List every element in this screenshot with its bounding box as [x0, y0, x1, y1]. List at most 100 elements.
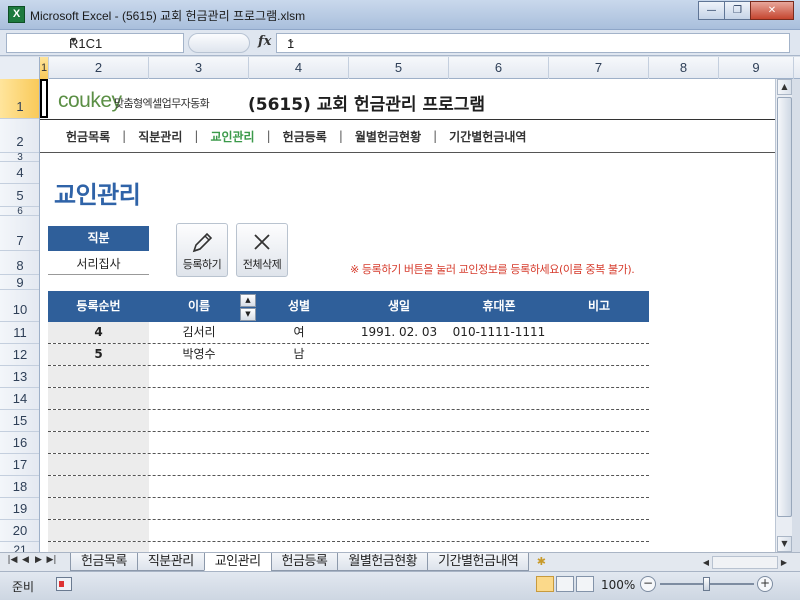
row-header-5[interactable]: 5 — [0, 184, 39, 207]
row-header-7[interactable]: 7 — [0, 216, 39, 251]
column-header-9[interactable]: 9 — [719, 57, 794, 79]
minimize-button[interactable]: — — [698, 1, 725, 20]
scroll-left-icon[interactable]: ◀ — [700, 558, 712, 567]
restore-button[interactable]: ❐ — [724, 1, 751, 20]
row-header-2[interactable]: 2 — [0, 119, 39, 153]
table-row[interactable] — [48, 366, 649, 388]
table-row[interactable]: 5 박영수 남 — [48, 344, 649, 366]
table-row[interactable] — [48, 498, 649, 520]
phone-cell[interactable] — [449, 344, 549, 365]
table-row[interactable]: 4 김서리 여 1991. 02. 03 010-1111-1111 — [48, 322, 649, 344]
row-header-20[interactable]: 20 — [0, 520, 39, 542]
insert-sheet-icon[interactable]: ✱ — [528, 553, 554, 571]
formula-input[interactable]: 1 ⌄ — [276, 33, 790, 53]
row-header-19[interactable]: 19 — [0, 498, 39, 520]
row-header-16[interactable]: 16 — [0, 432, 39, 454]
zoom-out-icon[interactable]: − — [640, 576, 656, 592]
name-cell[interactable]: 박영수 — [149, 344, 249, 365]
column-header-4[interactable]: 4 — [249, 57, 349, 79]
nav-offering-list[interactable]: 헌금목록 — [54, 128, 122, 145]
row-header-15[interactable]: 15 — [0, 410, 39, 432]
row-header-4[interactable]: 4 — [0, 162, 39, 184]
last-sheet-icon[interactable]: ▶| — [45, 555, 58, 565]
gender-cell[interactable]: 남 — [249, 344, 349, 365]
excel-app-icon[interactable]: X — [8, 6, 25, 23]
row-header-8[interactable]: 8 — [0, 251, 39, 275]
select-all-corner[interactable] — [0, 57, 40, 79]
column-header-1[interactable]: 1 — [40, 57, 49, 79]
worksheet-area[interactable]: coukey 맞춤형엑셀업무자동화 (5615) 교회 헌금관리 프로그램 헌금… — [40, 79, 775, 552]
vertical-scrollbar[interactable]: ▲ ▼ — [775, 79, 792, 552]
zoom-in-icon[interactable]: + — [757, 576, 773, 592]
table-row[interactable] — [48, 476, 649, 498]
row-header-3[interactable]: 3 — [0, 153, 39, 163]
nav-role-management[interactable]: 직분관리 — [126, 128, 194, 145]
tab-member-management[interactable]: 교인관리 — [203, 553, 272, 571]
role-select-cell[interactable]: 서리집사 — [48, 253, 149, 275]
expand-formula-icon[interactable]: ⌄ — [287, 35, 786, 46]
name-cell[interactable]: 김서리 — [149, 322, 249, 343]
table-row[interactable] — [48, 520, 649, 542]
table-row[interactable] — [48, 432, 649, 454]
row-header-11[interactable]: 11 — [0, 322, 39, 344]
table-row[interactable] — [48, 388, 649, 410]
note-cell[interactable] — [549, 344, 649, 365]
page-break-view-icon[interactable] — [576, 576, 594, 592]
phone-cell[interactable]: 010-1111-1111 — [449, 322, 549, 343]
column-header-5[interactable]: 5 — [349, 57, 449, 79]
gender-cell[interactable]: 여 — [249, 322, 349, 343]
page-layout-view-icon[interactable] — [556, 576, 574, 592]
row-header-10[interactable]: 10 — [0, 290, 39, 322]
first-sheet-icon[interactable]: |◀ — [6, 555, 19, 565]
nav-offering-register[interactable]: 헌금등록 — [271, 128, 339, 145]
zoom-level[interactable]: 100% — [601, 578, 635, 592]
table-row[interactable] — [48, 454, 649, 476]
nav-period-details[interactable]: 기간별헌금내역 — [437, 128, 538, 145]
table-row[interactable] — [48, 410, 649, 432]
row-header-17[interactable]: 17 — [0, 454, 39, 476]
reg-number-cell[interactable]: 4 — [48, 322, 149, 343]
row-header-18[interactable]: 18 — [0, 476, 39, 498]
scroll-up-icon[interactable]: ▲ — [777, 79, 792, 95]
row-header-6[interactable]: 6 — [0, 207, 39, 217]
prev-sheet-icon[interactable]: ◀ — [19, 555, 32, 565]
zoom-slider-thumb[interactable] — [703, 577, 710, 591]
delete-all-button[interactable]: 전체삭제 — [236, 223, 288, 277]
sort-down-icon[interactable]: ▼ — [240, 308, 256, 321]
sort-up-icon[interactable]: ▲ — [240, 294, 256, 307]
nav-monthly-status[interactable]: 월별헌금현황 — [343, 128, 433, 145]
nav-member-management[interactable]: 교인관리 — [198, 128, 266, 145]
formula-pill[interactable] — [188, 33, 250, 53]
chevron-down-icon[interactable]: ▼ — [69, 35, 179, 45]
column-header-7[interactable]: 7 — [549, 57, 649, 79]
tab-period-details[interactable]: 기간별헌금내역 — [427, 553, 530, 571]
tab-role-management[interactable]: 직분관리 — [136, 553, 205, 571]
record-macro-icon[interactable] — [56, 577, 72, 591]
birthday-cell[interactable]: 1991. 02. 03 — [349, 322, 449, 343]
tab-monthly-status[interactable]: 월별헌금현황 — [337, 553, 429, 571]
close-button[interactable]: ✕ — [750, 1, 794, 20]
row-header-9[interactable]: 9 — [0, 275, 39, 290]
reg-number-cell[interactable]: 5 — [48, 344, 149, 365]
column-header-2[interactable]: 2 — [49, 57, 149, 79]
row-header-12[interactable]: 12 — [0, 344, 39, 366]
row-header-21[interactable]: 21 — [0, 542, 39, 552]
scroll-down-icon[interactable]: ▼ — [777, 536, 792, 552]
horizontal-scrollbar[interactable]: ◀ ▶ — [700, 555, 790, 570]
row-header-13[interactable]: 13 — [0, 366, 39, 388]
horizontal-scroll-track[interactable] — [712, 556, 778, 569]
normal-view-icon[interactable] — [536, 576, 554, 592]
note-cell[interactable] — [549, 322, 649, 343]
birthday-cell[interactable] — [349, 344, 449, 365]
vertical-scroll-thumb[interactable] — [777, 97, 792, 517]
tab-offering-list[interactable]: 헌금목록 — [70, 553, 138, 571]
next-sheet-icon[interactable]: ▶ — [32, 555, 45, 565]
row-header-14[interactable]: 14 — [0, 388, 39, 410]
table-row[interactable] — [48, 542, 649, 552]
row-header-1[interactable]: 1 — [0, 79, 39, 119]
column-header-8[interactable]: 8 — [649, 57, 719, 79]
insert-function-button[interactable]: fx — [258, 34, 271, 49]
name-box[interactable]: R1C1 ▼ — [6, 33, 184, 53]
active-cell-cursor[interactable] — [40, 79, 48, 118]
tab-offering-register[interactable]: 헌금등록 — [270, 553, 339, 571]
